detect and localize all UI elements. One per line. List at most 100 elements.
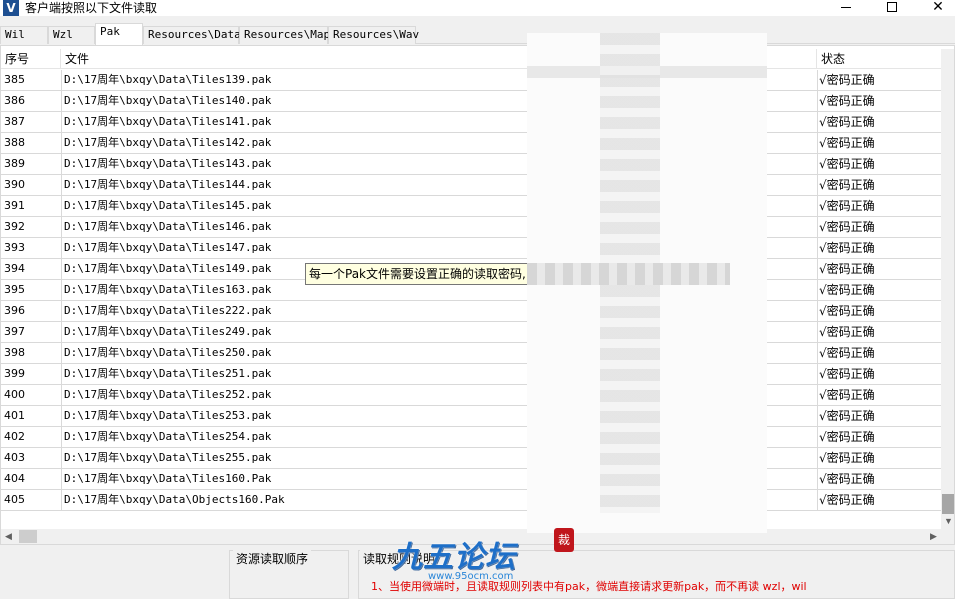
row-file-path: D:\17周年\bxqy\Data\Tiles163.pak (64, 283, 272, 296)
table-row[interactable]: 388 D:\17周年\bxqy\Data\Tiles142.pak √密码正确 (1, 133, 941, 154)
row-status: √密码正确 (819, 451, 875, 465)
row-status: √密码正确 (819, 304, 875, 318)
title-bar: V 客户端按照以下文件读取 ✕ (0, 0, 955, 16)
row-file-path: D:\17周年\bxqy\Data\Tiles251.pak (64, 367, 272, 380)
scroll-left-arrow-icon[interactable]: ◀ (1, 529, 16, 544)
row-index: 388 (4, 136, 25, 149)
table-row[interactable]: 398 D:\17周年\bxqy\Data\Tiles250.pak √密码正确 (1, 343, 941, 364)
watermark-logo: 九五论坛 裁 www.95ocm.com (392, 528, 582, 592)
tab-wzl[interactable]: Wzl (48, 26, 95, 44)
row-index: 396 (4, 304, 25, 317)
row-index: 393 (4, 241, 25, 254)
watermark-seal: 裁 (554, 528, 574, 552)
table-row[interactable]: 393 D:\17周年\bxqy\Data\Tiles147.pak √密码正确 (1, 238, 941, 259)
window-title: 客户端按照以下文件读取 (25, 1, 158, 15)
row-status: √密码正确 (819, 262, 875, 276)
row-file-path: D:\17周年\bxqy\Data\Tiles144.pak (64, 178, 272, 191)
row-file-path: D:\17周年\bxqy\Data\Tiles254.pak (64, 430, 272, 443)
row-file-path: D:\17周年\bxqy\Data\Tiles149.pak (64, 262, 272, 275)
row-status: √密码正确 (819, 157, 875, 171)
row-status: √密码正确 (819, 493, 875, 507)
horizontal-scroll-thumb[interactable] (19, 530, 37, 543)
table-row[interactable]: 401 D:\17周年\bxqy\Data\Tiles253.pak √密码正确 (1, 406, 941, 427)
row-file-path: D:\17周年\bxqy\Data\Tiles253.pak (64, 409, 272, 422)
row-file-path: D:\17周年\bxqy\Data\Tiles250.pak (64, 346, 272, 359)
load-order-label: 资源读取顺序 (233, 550, 312, 567)
table-row[interactable]: 397 D:\17周年\bxqy\Data\Tiles249.pak √密码正确 (1, 322, 941, 343)
minimize-button[interactable] (823, 0, 869, 16)
table-row[interactable]: 404 D:\17周年\bxqy\Data\Tiles160.Pak √密码正确 (1, 469, 941, 490)
row-index: 398 (4, 346, 25, 359)
row-file-path: D:\17周年\bxqy\Data\Objects160.Pak (64, 493, 285, 506)
row-index: 395 (4, 283, 25, 296)
row-index: 386 (4, 94, 25, 107)
tab-strip: Wil Wzl Pak Resources\Data Resources\Map… (0, 23, 955, 45)
table-row[interactable]: 391 D:\17周年\bxqy\Data\Tiles145.pak √密码正确 (1, 196, 941, 217)
column-header-status[interactable]: 状态 (817, 49, 941, 69)
row-file-path: D:\17周年\bxqy\Data\Tiles142.pak (64, 136, 272, 149)
row-status: √密码正确 (819, 115, 875, 129)
row-index: 400 (4, 388, 25, 401)
row-status: √密码正确 (819, 367, 875, 381)
table-row[interactable]: 390 D:\17周年\bxqy\Data\Tiles144.pak √密码正确 (1, 175, 941, 196)
tab-wil[interactable]: Wil (0, 26, 48, 44)
tab-pak[interactable]: Pak (95, 23, 143, 45)
table-row[interactable]: 389 D:\17周年\bxqy\Data\Tiles143.pak √密码正确 (1, 154, 941, 175)
row-status: √密码正确 (819, 94, 875, 108)
row-index: 397 (4, 325, 25, 338)
file-list-view[interactable]: 序号 文件 状态 385 D:\17周年\bxqy\Data\Tiles139.p… (0, 45, 955, 545)
row-index: 389 (4, 157, 25, 170)
tab-resources-data[interactable]: Resources\Data (143, 26, 241, 44)
minimize-icon (841, 6, 851, 8)
row-index: 403 (4, 451, 25, 464)
row-file-path: D:\17周年\bxqy\Data\Tiles255.pak (64, 451, 272, 464)
row-index: 394 (4, 262, 25, 275)
row-index: 402 (4, 430, 25, 443)
row-file-path: D:\17周年\bxqy\Data\Tiles146.pak (64, 220, 272, 233)
load-order-group: 资源读取顺序 (229, 550, 349, 599)
row-status: √密码正确 (819, 430, 875, 444)
table-row[interactable]: 400 D:\17周年\bxqy\Data\Tiles252.pak √密码正确 (1, 385, 941, 406)
row-index: 391 (4, 199, 25, 212)
row-status: √密码正确 (819, 73, 875, 87)
tab-resources-wav[interactable]: Resources\Wav (328, 26, 419, 44)
table-row[interactable]: 386 D:\17周年\bxqy\Data\Tiles140.pak √密码正确 (1, 91, 941, 112)
table-row[interactable]: 392 D:\17周年\bxqy\Data\Tiles146.pak √密码正确 (1, 217, 941, 238)
scroll-down-arrow-icon[interactable]: ▼ (941, 514, 954, 529)
row-index: 405 (4, 493, 25, 506)
table-row[interactable]: 405 D:\17周年\bxqy\Data\Objects160.Pak √密码正确 (1, 490, 941, 511)
row-status: √密码正确 (819, 283, 875, 297)
table-row[interactable]: 396 D:\17周年\bxqy\Data\Tiles222.pak √密码正确 (1, 301, 941, 322)
redacted-overlay (527, 263, 730, 285)
vertical-scrollbar[interactable]: ▼ (941, 49, 954, 529)
row-file-path: D:\17周年\bxqy\Data\Tiles147.pak (64, 241, 272, 254)
row-file-path: D:\17周年\bxqy\Data\Tiles141.pak (64, 115, 272, 128)
row-status: √密码正确 (819, 409, 875, 423)
tooltip-text: 每一个Pak文件需要设置正确的读取密码, (309, 267, 526, 281)
table-row[interactable]: 403 D:\17周年\bxqy\Data\Tiles255.pak √密码正确 (1, 448, 941, 469)
row-file-path: D:\17周年\bxqy\Data\Tiles139.pak (64, 73, 272, 86)
maximize-icon (887, 2, 897, 12)
row-file-path: D:\17周年\bxqy\Data\Tiles140.pak (64, 94, 272, 107)
scroll-right-arrow-icon[interactable]: ▶ (926, 529, 941, 544)
row-status: √密码正确 (819, 346, 875, 360)
close-button[interactable]: ✕ (915, 0, 955, 16)
maximize-button[interactable] (869, 0, 915, 16)
row-status: √密码正确 (819, 178, 875, 192)
row-index: 385 (4, 73, 25, 86)
table-row[interactable]: 399 D:\17周年\bxqy\Data\Tiles251.pak √密码正确 (1, 364, 941, 385)
row-status: √密码正确 (819, 388, 875, 402)
row-file-path: D:\17周年\bxqy\Data\Tiles143.pak (64, 157, 272, 170)
table-row[interactable]: 387 D:\17周年\bxqy\Data\Tiles141.pak √密码正确 (1, 112, 941, 133)
table-row[interactable]: 385 D:\17周年\bxqy\Data\Tiles139.pak √密码正确 (1, 70, 941, 91)
close-icon: ✕ (932, 0, 944, 15)
tab-resources-map[interactable]: Resources\Map (239, 26, 330, 44)
row-index: 387 (4, 115, 25, 128)
vertical-scroll-thumb[interactable] (942, 494, 954, 514)
table-row[interactable]: 402 D:\17周年\bxqy\Data\Tiles254.pak √密码正确 (1, 427, 941, 448)
column-header-index[interactable]: 序号 (1, 49, 61, 69)
row-file-path: D:\17周年\bxqy\Data\Tiles222.pak (64, 304, 272, 317)
list-header: 序号 文件 状态 (1, 49, 941, 69)
row-index: 404 (4, 472, 25, 485)
watermark-url: www.95ocm.com (428, 571, 514, 582)
